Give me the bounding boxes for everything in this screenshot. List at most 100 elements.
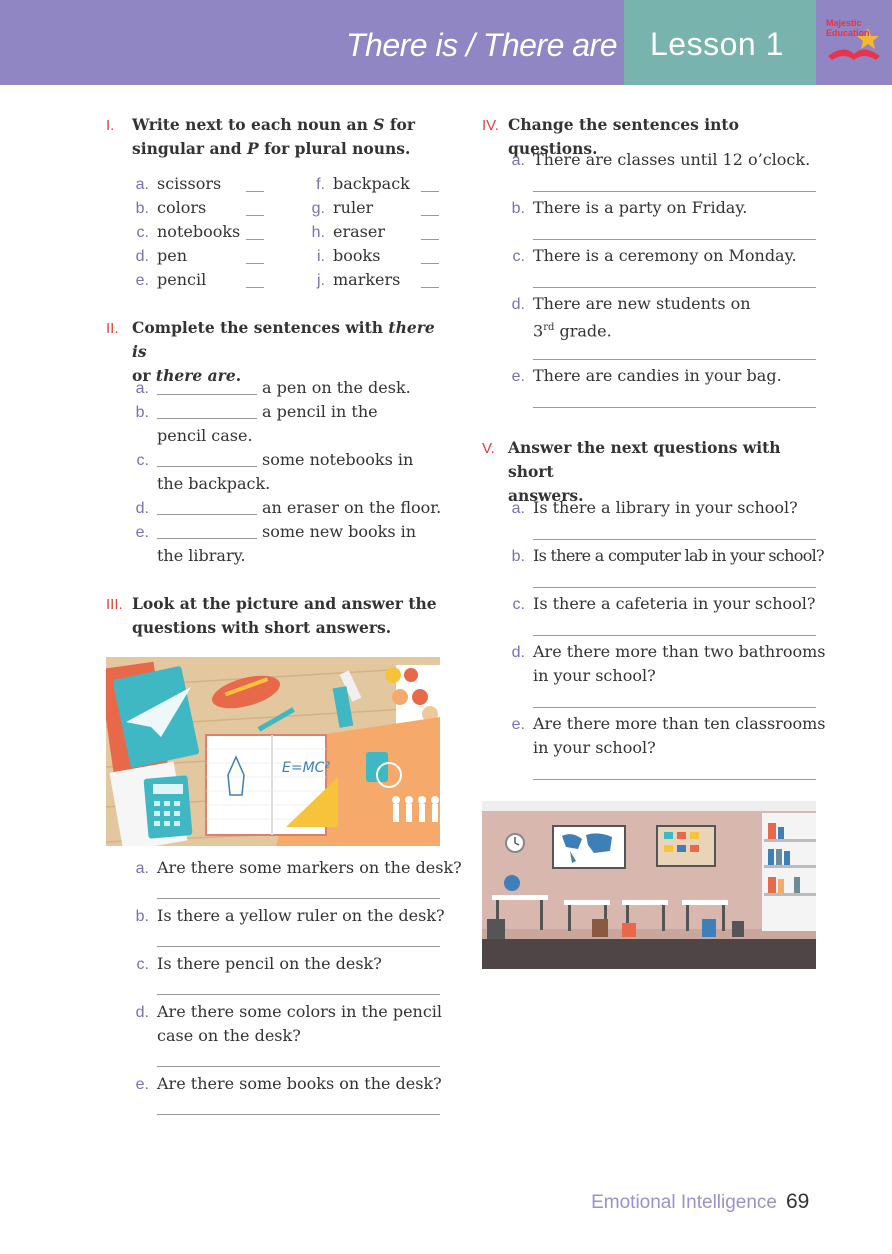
item-letter: d. (135, 1004, 149, 1021)
fill-in-blank[interactable] (157, 514, 257, 515)
question-text: Are there more than ten classrooms (533, 714, 826, 733)
sentence-text: There are classes until 12 o’clock. (533, 150, 811, 169)
fill-in-blank[interactable] (157, 394, 257, 395)
page-title: There is / There are (346, 27, 618, 63)
item-letter: a. (135, 860, 149, 877)
item-letter: c. (512, 248, 525, 265)
noun: pencil (157, 270, 207, 289)
sentence-text: There is a party on Friday. (533, 198, 748, 217)
answer-line[interactable] (157, 898, 440, 899)
sentence-text: There is a ceremony on Monday. (533, 246, 797, 265)
item-letter: e. (511, 368, 525, 385)
item-letter: a. (511, 500, 525, 517)
item-letter: h. (311, 224, 325, 241)
answer-line[interactable] (533, 539, 816, 540)
item-letter: d. (135, 500, 149, 517)
question-text: Are there some books on the desk? (157, 1074, 442, 1093)
question-text: Is there a cafeteria in your school? (533, 594, 816, 613)
item-letter: e. (135, 272, 149, 289)
lesson-label: Lesson 1 (650, 26, 784, 62)
logo-text: Majestic Education (826, 18, 870, 38)
noun: eraser (333, 222, 385, 241)
page-number: 69 (786, 1190, 810, 1213)
sentence-text: some notebooks in (262, 450, 414, 469)
question-text: case on the desk? (157, 1026, 301, 1045)
item-letter: f. (316, 176, 325, 193)
sentence-text: an eraser on the floor. (262, 498, 442, 517)
classroom-illustration (482, 801, 816, 969)
fill-in-blank[interactable] (157, 466, 257, 467)
sentence-text: the backpack. (157, 474, 271, 493)
item-letter: e. (135, 524, 149, 541)
footer-subject: Emotional Intelligence (591, 1192, 777, 1213)
sentence-text: There are candies in your bag. (533, 366, 782, 385)
item-letter: b. (511, 200, 525, 217)
answer-blank[interactable] (421, 215, 439, 216)
answer-line[interactable] (533, 635, 816, 636)
answer-blank[interactable] (246, 239, 264, 240)
item-letter: g. (311, 200, 325, 217)
section-number: IV. (482, 117, 499, 134)
sentence-text: the library. (157, 546, 246, 565)
item-letter: d. (511, 296, 525, 313)
item-letter: b. (135, 200, 149, 217)
noun: markers (333, 270, 401, 289)
noun: notebooks (157, 222, 241, 241)
item-letter: a. (135, 380, 149, 397)
answer-blank[interactable] (421, 287, 439, 288)
section-heading: Write next to each noun an S for singula… (132, 115, 416, 158)
answer-blank[interactable] (246, 263, 264, 264)
answer-line[interactable] (533, 587, 816, 588)
answer-blank[interactable] (246, 215, 264, 216)
item-letter: c. (136, 452, 149, 469)
sentence-text: a pencil in the (262, 402, 378, 421)
sentence-text: There are new students on (533, 294, 751, 313)
item-letter: d. (511, 644, 525, 661)
question-text: Is there a computer lab in your school? (533, 546, 825, 565)
question-text: Is there pencil on the desk? (157, 954, 382, 973)
sentence-text: pencil case. (157, 426, 253, 445)
answer-line[interactable] (533, 407, 816, 408)
section-heading: Look at the picture and answer the questi… (132, 594, 437, 637)
answer-line[interactable] (533, 359, 816, 360)
answer-blank[interactable] (421, 263, 439, 264)
sentence-text: 3rd grade. (533, 321, 612, 341)
answer-line[interactable] (157, 994, 440, 995)
noun: colors (157, 198, 207, 217)
noun: ruler (333, 198, 374, 217)
fill-in-blank[interactable] (157, 538, 257, 539)
answer-line[interactable] (533, 191, 816, 192)
answer-blank[interactable] (246, 287, 264, 288)
question-text: in your school? (533, 666, 656, 685)
desk-illustration: E=MC² (106, 657, 440, 846)
noun: books (333, 246, 381, 265)
noun: scissors (157, 174, 222, 193)
section-number: II. (106, 320, 119, 337)
answer-blank[interactable] (421, 239, 439, 240)
question-text: Is there a yellow ruler on the desk? (157, 906, 445, 925)
answer-line[interactable] (157, 1066, 440, 1067)
answer-line[interactable] (157, 946, 440, 947)
item-letter: b. (135, 404, 149, 421)
item-letter: d. (135, 248, 149, 265)
sentence-text: a pen on the desk. (262, 378, 411, 397)
answer-blank[interactable] (421, 191, 439, 192)
answer-line[interactable] (533, 779, 816, 780)
answer-line[interactable] (157, 1114, 440, 1115)
question-text: Are there more than two bathrooms (533, 642, 826, 661)
question-text: in your school? (533, 738, 656, 757)
answer-line[interactable] (533, 239, 816, 240)
answer-blank[interactable] (246, 191, 264, 192)
fill-in-blank[interactable] (157, 418, 257, 419)
item-letter: a. (135, 176, 149, 193)
item-letter: c. (512, 596, 525, 613)
answer-line[interactable] (533, 287, 816, 288)
item-letter: e. (135, 1076, 149, 1093)
section-number: I. (106, 117, 115, 134)
sentence-text: some new books in (262, 522, 417, 541)
answer-line[interactable] (533, 707, 816, 708)
item-letter: c. (136, 956, 149, 973)
item-letter: a. (511, 152, 525, 169)
item-letter: i. (317, 248, 325, 265)
noun: pen (157, 246, 188, 265)
